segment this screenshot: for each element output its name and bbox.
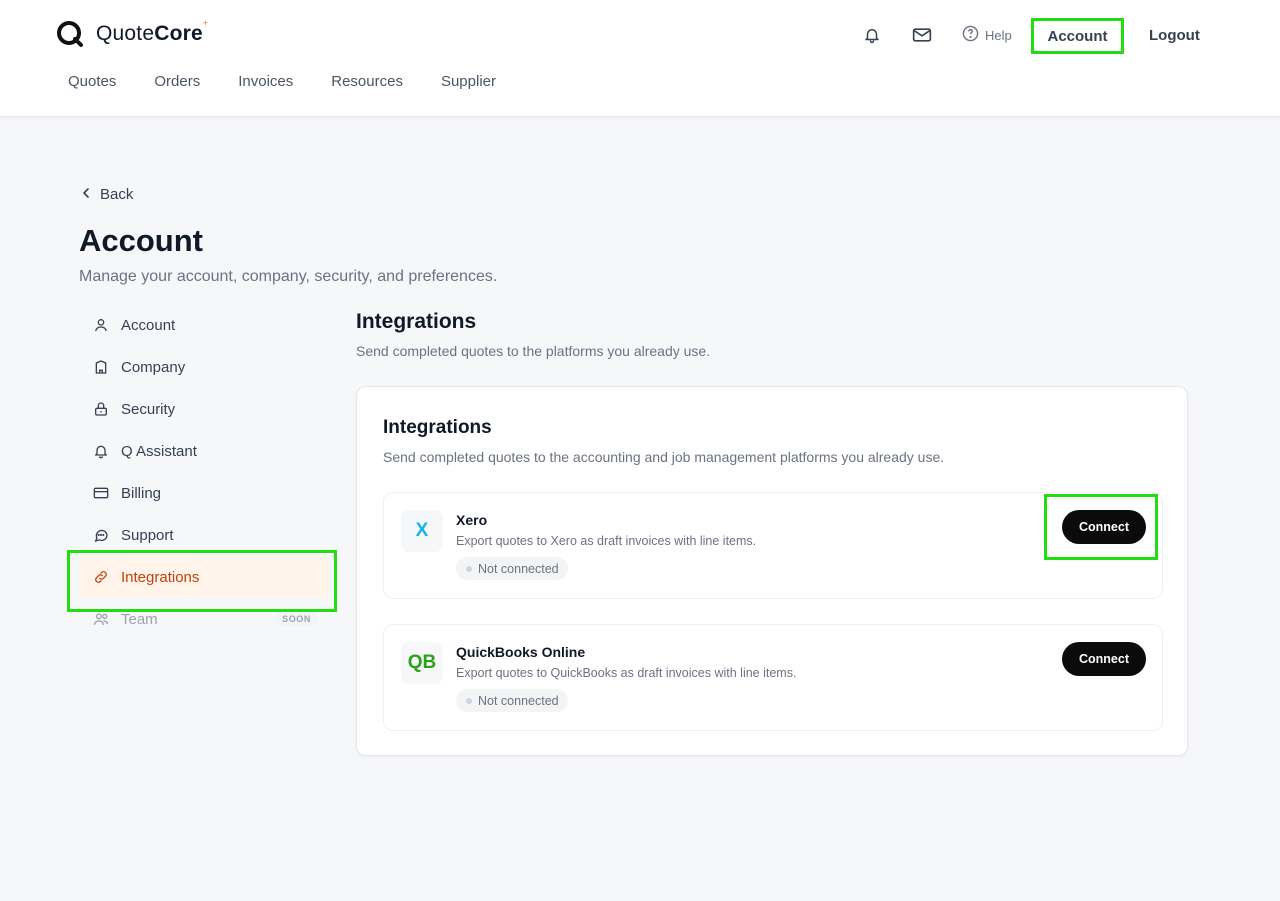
- nav-resources[interactable]: Resources: [331, 73, 403, 90]
- connect-quickbooks-button[interactable]: Connect: [1062, 642, 1146, 676]
- team-icon: [92, 610, 110, 628]
- quickbooks-logo-icon: QB: [401, 642, 443, 684]
- sidebar-item-support[interactable]: Support: [79, 514, 329, 556]
- help-circle-icon: [962, 25, 979, 45]
- link-icon: [92, 568, 110, 586]
- sidebar-item-security[interactable]: Security: [79, 388, 329, 430]
- bell-icon: [92, 442, 110, 460]
- status-badge: Not connected: [456, 557, 568, 580]
- sidebar-item-team: Team SOON: [79, 598, 329, 640]
- sidebar-item-label: Q Assistant: [121, 442, 197, 460]
- sidebar-item-company[interactable]: Company: [79, 346, 329, 388]
- sidebar-item-label: Account: [121, 316, 176, 334]
- card-title: Integrations: [383, 417, 492, 438]
- section-subtitle: Send completed quotes to the platforms y…: [356, 343, 711, 359]
- help-link[interactable]: Help: [962, 25, 1012, 45]
- quotecore-logo-icon: [56, 20, 84, 48]
- status-dot-icon: [466, 565, 472, 572]
- sidebar-item-label: Billing: [121, 484, 162, 502]
- card-subtitle: Send completed quotes to the accounting …: [383, 449, 945, 465]
- page-subtitle: Manage your account, company, security, …: [79, 268, 498, 285]
- logout-button[interactable]: Logout: [1149, 27, 1200, 44]
- help-label: Help: [985, 27, 1012, 43]
- status-dot-icon: [466, 697, 472, 704]
- sidebar-item-label: Security: [121, 400, 176, 418]
- back-label: Back: [100, 186, 134, 203]
- sidebar-item-label: Team: [121, 610, 158, 628]
- status-label: Not connected: [478, 693, 559, 708]
- sidebar-item-label: Integrations: [121, 568, 200, 586]
- lock-icon: [92, 400, 110, 418]
- main-nav: Quotes Orders Invoices Resources Supplie…: [68, 73, 534, 90]
- chevron-left-icon: [80, 186, 92, 203]
- nav-quotes[interactable]: Quotes: [68, 73, 116, 90]
- status-label: Not connected: [478, 561, 559, 576]
- integration-name: Xero: [456, 512, 488, 528]
- mail-icon[interactable]: [911, 24, 933, 46]
- sidebar-item-billing[interactable]: Billing: [79, 472, 329, 514]
- building-icon: [92, 358, 110, 376]
- sidebar-item-account[interactable]: Account: [79, 304, 329, 346]
- integration-description: Export quotes to Xero as draft invoices …: [456, 534, 757, 548]
- section-title: Integrations: [356, 310, 477, 333]
- page-title: Account: [79, 223, 203, 258]
- connect-xero-button[interactable]: Connect: [1062, 510, 1146, 544]
- nav-supplier[interactable]: Supplier: [441, 73, 496, 90]
- status-badge: Not connected: [456, 689, 568, 712]
- integrations-card: Integrations Send completed quotes to th…: [356, 386, 1188, 756]
- back-link[interactable]: Back: [80, 186, 133, 203]
- sidebar-item-label: Support: [121, 526, 174, 544]
- chat-bubble-icon: [92, 526, 110, 544]
- brand-logo[interactable]: QuoteCore+: [56, 18, 209, 48]
- integration-xero: X Xero Export quotes to Xero as draft in…: [383, 492, 1163, 599]
- user-icon: [92, 316, 110, 334]
- integration-name: QuickBooks Online: [456, 644, 586, 660]
- xero-logo-icon: X: [401, 510, 443, 552]
- nav-invoices[interactable]: Invoices: [238, 73, 293, 90]
- integration-quickbooks: QB QuickBooks Online Export quotes to Qu…: [383, 624, 1163, 731]
- brand-name: QuoteCore+: [96, 18, 209, 45]
- sidebar-item-integrations[interactable]: Integrations: [79, 556, 329, 598]
- integration-description: Export quotes to QuickBooks as draft inv…: [456, 666, 797, 680]
- bell-icon[interactable]: [861, 24, 883, 46]
- credit-card-icon: [92, 484, 110, 502]
- top-header: QuoteCore+ Quotes Orders Invoices Resour…: [0, 0, 1280, 117]
- soon-badge: SOON: [276, 612, 317, 626]
- nav-orders[interactable]: Orders: [154, 73, 200, 90]
- account-nav-button[interactable]: Account: [1031, 18, 1124, 54]
- sidebar-item-label: Company: [121, 358, 186, 376]
- sidebar-item-q-assistant[interactable]: Q Assistant: [79, 430, 329, 472]
